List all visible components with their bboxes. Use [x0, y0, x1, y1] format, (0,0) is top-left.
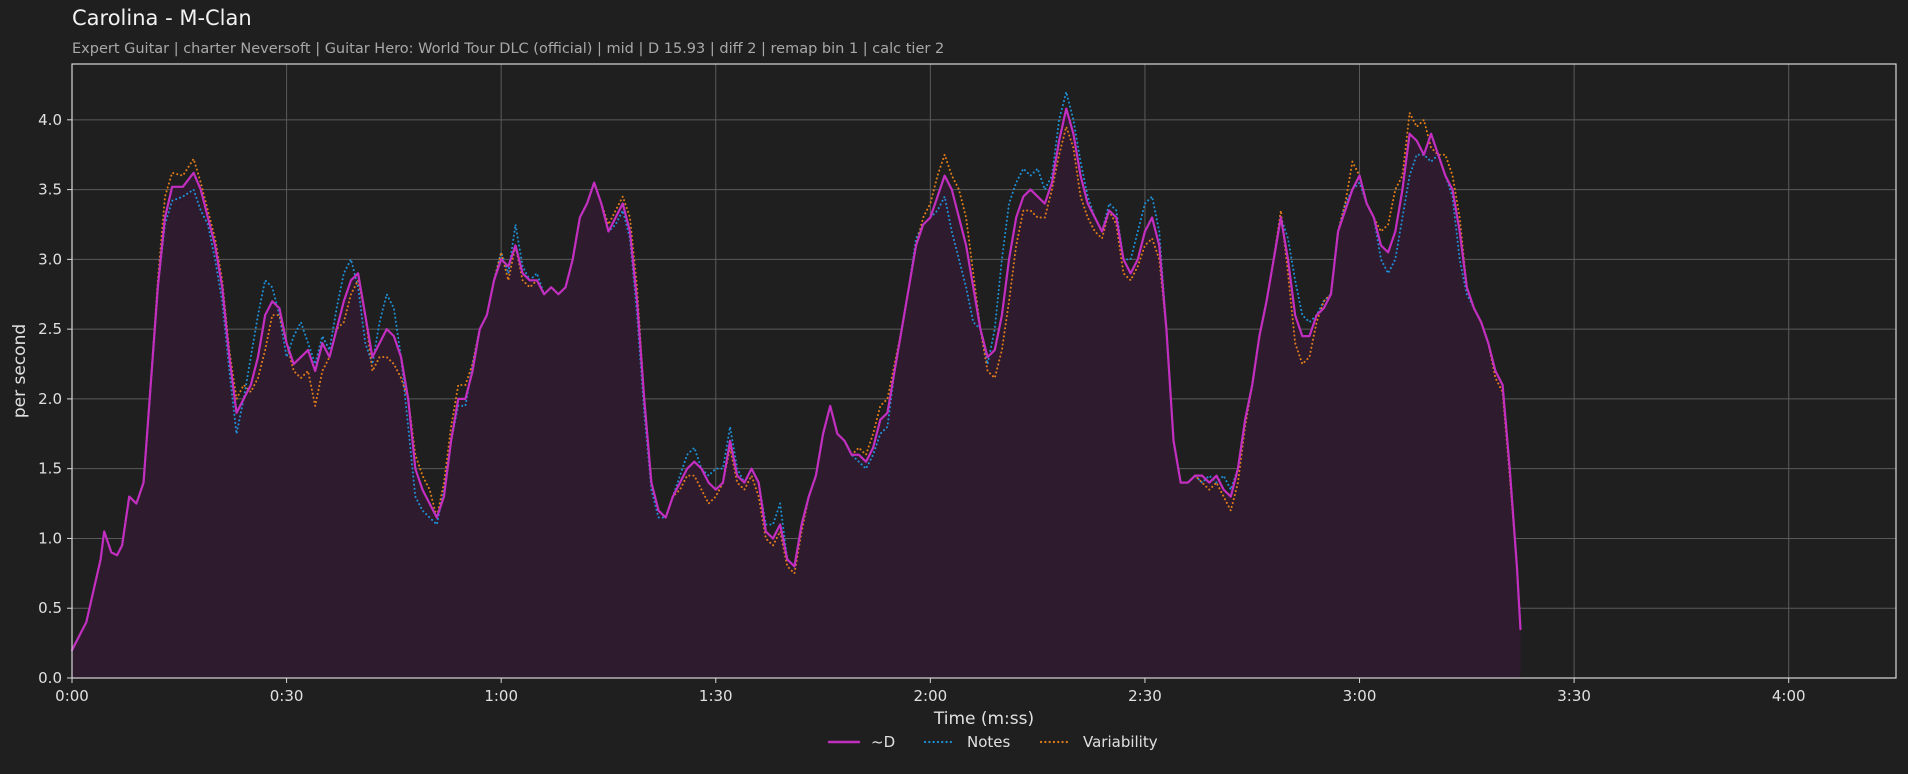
line-chart: 0:00 0:30 1:00 1:30 2:00 2:30 3:00 3:30 4:00 0.0… [10, 63, 1897, 751]
x-tick-label: 1:00 [484, 687, 518, 705]
legend-label: Notes [967, 733, 1011, 751]
y-tick-label: 3.5 [38, 181, 62, 199]
y-tick-label: 2.5 [38, 320, 62, 338]
x-tick-label: 2:00 [914, 687, 948, 705]
x-axis-ticks: 0:00 0:30 1:00 1:30 2:00 2:30 3:00 3:30 4:00 [55, 678, 1806, 705]
y-tick-label: 3.0 [38, 250, 62, 268]
legend: ~D Notes Variability [827, 733, 1158, 751]
y-tick-label: 1.5 [38, 460, 62, 478]
y-tick-label: 2.0 [38, 390, 62, 408]
x-tick-label: 3:00 [1343, 687, 1377, 705]
y-tick-label: 0.5 [38, 599, 62, 617]
y-tick-label: 4.0 [38, 111, 62, 129]
x-tick-label: 4:00 [1772, 687, 1806, 705]
legend-label: Variability [1083, 733, 1158, 751]
x-tick-label: 3:30 [1557, 687, 1591, 705]
y-axis-label: per second [10, 324, 30, 418]
x-axis-label: Time (m:ss) [933, 709, 1034, 729]
x-tick-label: 0:00 [55, 687, 89, 705]
x-tick-label: 2:30 [1128, 687, 1162, 705]
area-fill-d [72, 108, 1521, 679]
y-tick-label: 0.0 [38, 669, 62, 687]
d-area-fill [72, 108, 1521, 679]
x-tick-label: 1:30 [699, 687, 733, 705]
y-tick-label: 1.0 [38, 529, 62, 547]
legend-label: ~D [871, 733, 895, 751]
x-tick-label: 0:30 [270, 687, 304, 705]
y-axis-ticks: 0.0 0.5 1.0 1.5 2.0 2.5 3.0 3.5 4.0 [38, 111, 72, 687]
